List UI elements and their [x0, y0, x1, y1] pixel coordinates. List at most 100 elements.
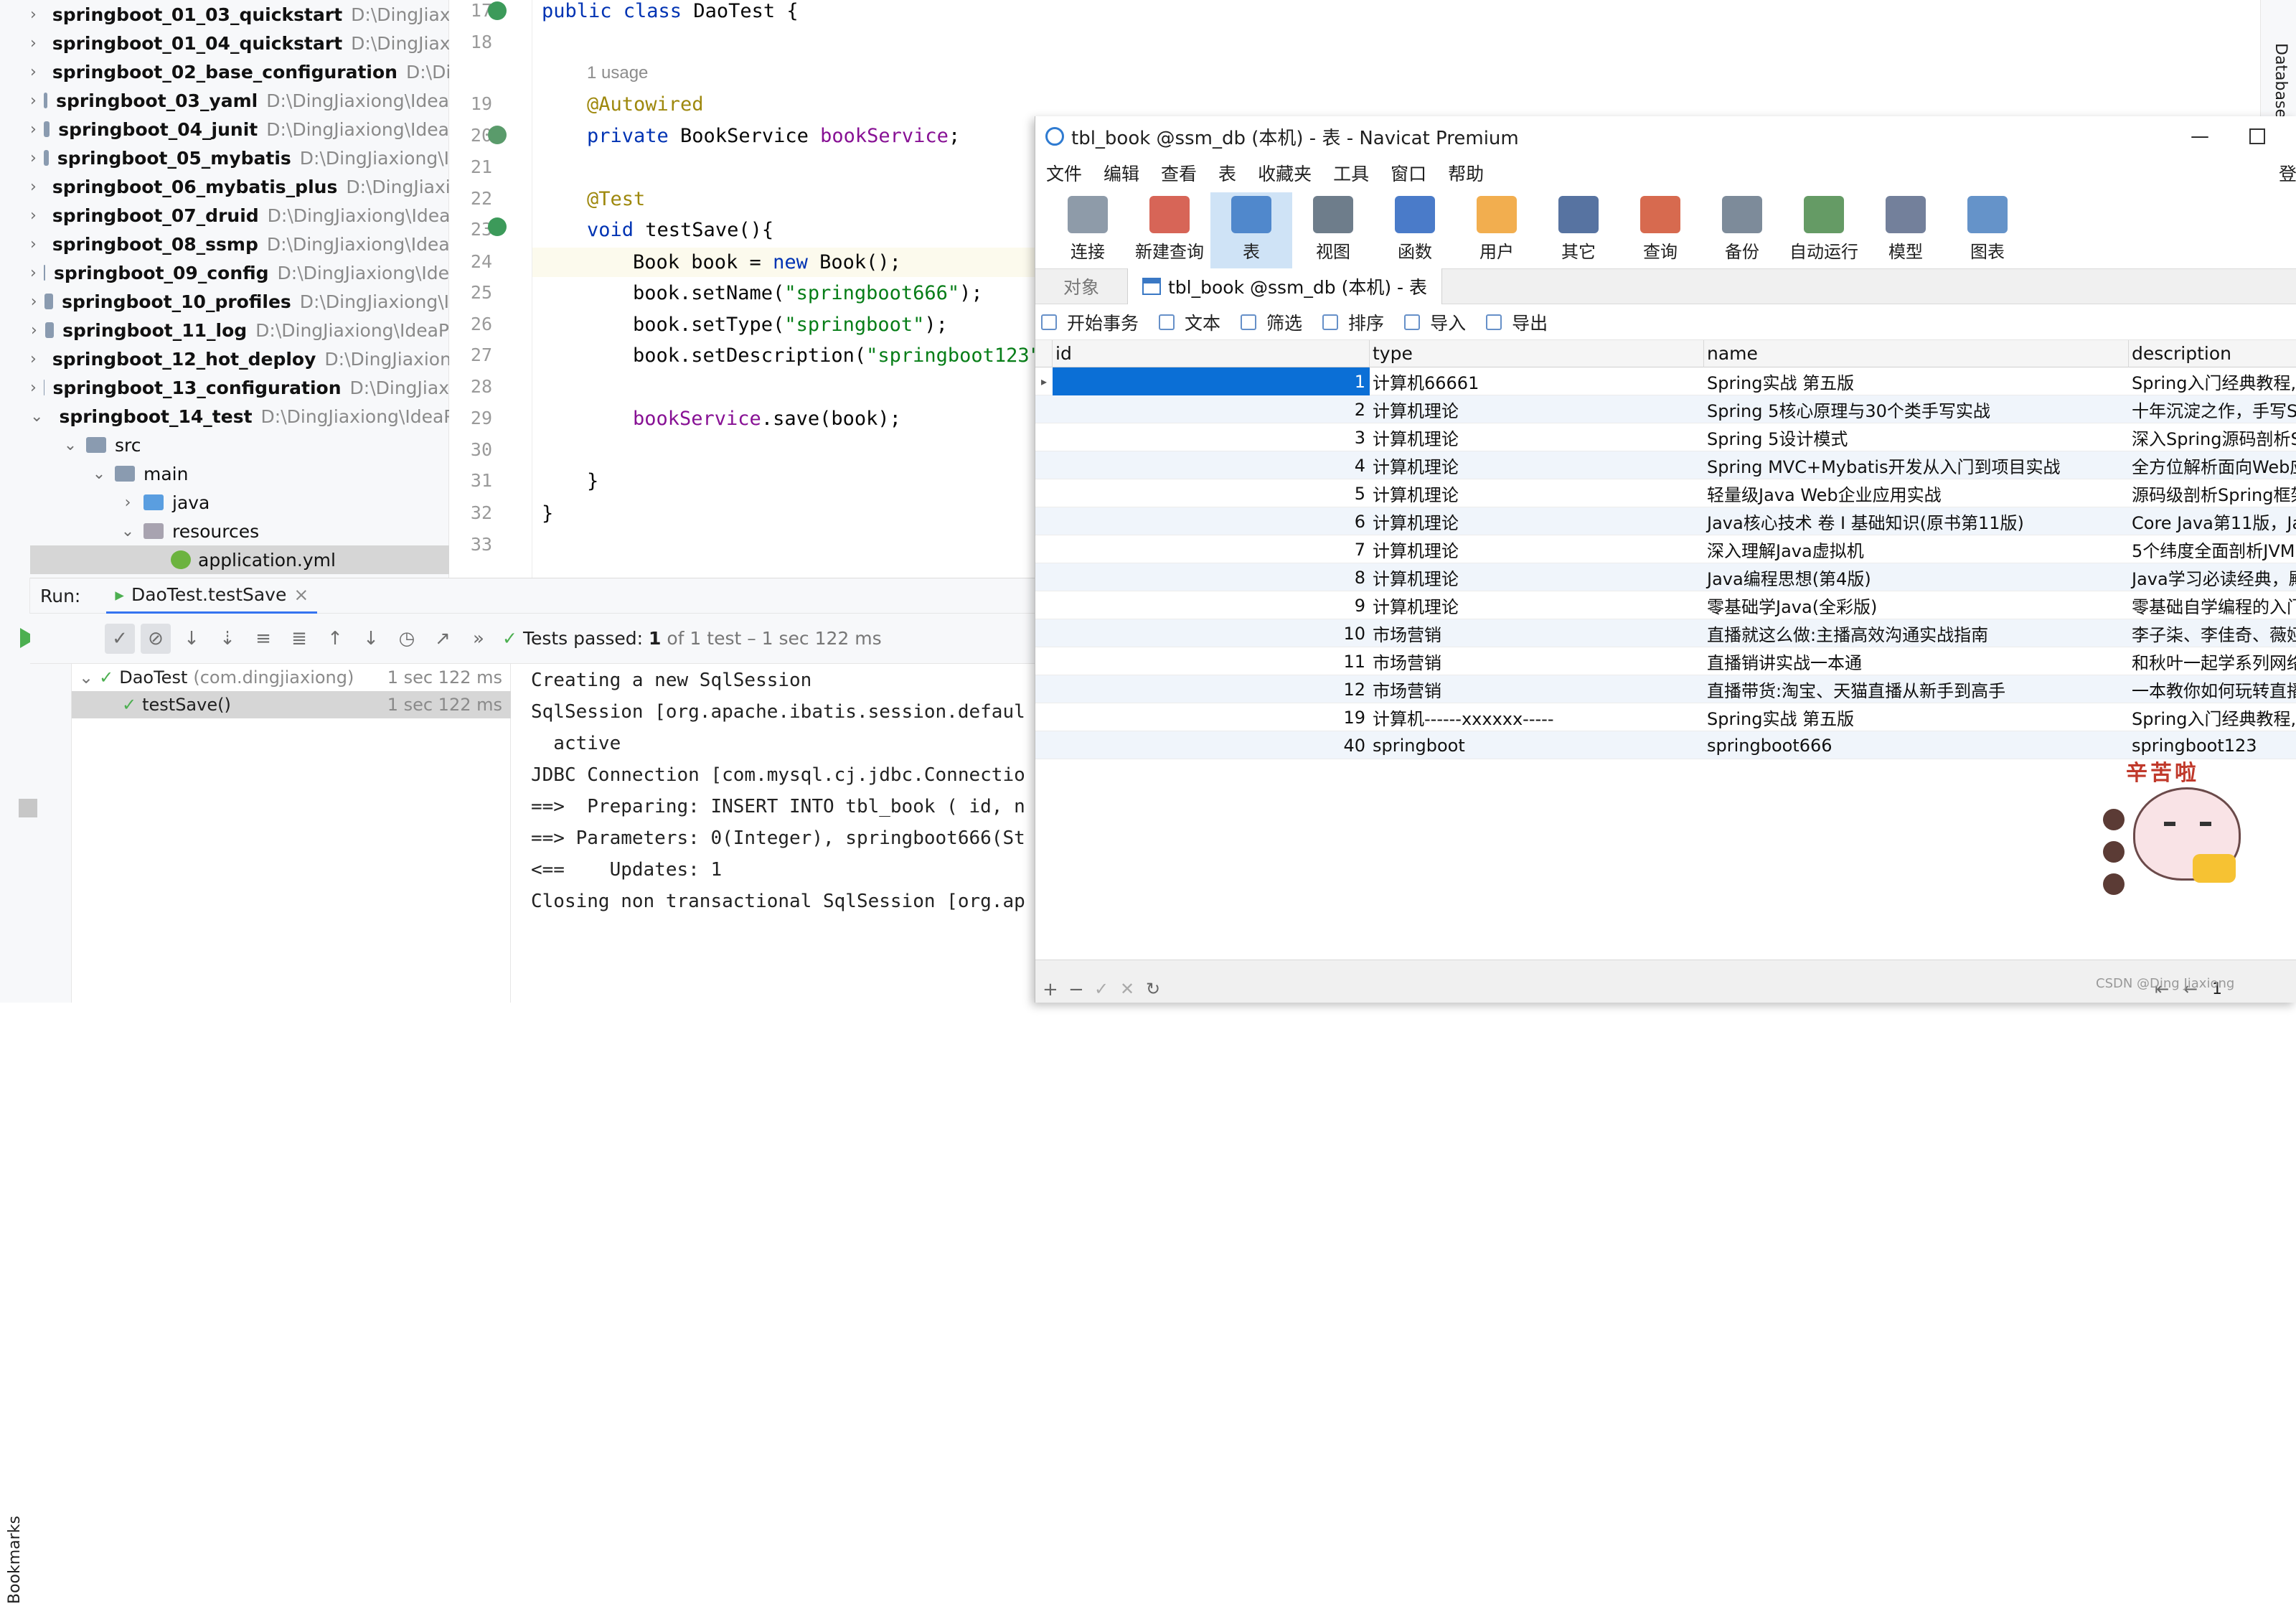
cell-description[interactable]: Java学习必读经典，殿 [2129, 563, 2296, 591]
cell-id[interactable]: 19 [1053, 703, 1370, 731]
cell-type[interactable]: 计算机理论 [1370, 563, 1704, 591]
cell-type[interactable]: 计算机理论 [1370, 535, 1704, 563]
menu-item[interactable]: 窗口 [1391, 160, 1426, 186]
cell-name[interactable]: 直播就这么做:主播高效沟通实战指南 [1704, 619, 2129, 647]
cell-type[interactable]: 计算机66661 [1370, 367, 1704, 395]
project-item[interactable]: › springboot_04_junit D:\DingJiaxiong\Id… [30, 115, 449, 144]
bookmarks-tab[interactable]: Bookmarks [6, 1516, 24, 1604]
database-tab-label[interactable]: Database [2272, 43, 2290, 118]
toolbar-table[interactable]: 表 [1210, 192, 1292, 268]
chevron-right-icon[interactable]: › [30, 207, 37, 225]
show-ignored-icon[interactable]: ⊘ [141, 623, 171, 654]
table-row[interactable]: 6 计算机理论 Java核心技术 卷 I 基础知识(原书第11版) Core Java… [1035, 507, 2296, 535]
menu-item[interactable]: 帮助 [1448, 160, 1484, 186]
chevron-down-icon[interactable]: ⌄ [30, 408, 43, 426]
table-row[interactable]: 40 springboot springboot666 springboot123 [1035, 731, 2296, 759]
project-item[interactable]: › springboot_02_base_configuration D:\Di [30, 57, 449, 86]
sort-alpha-icon[interactable]: ↓ [177, 624, 207, 654]
subtool-text[interactable]: 文本 [1159, 309, 1228, 335]
toolbar-view[interactable]: 视图 [1292, 192, 1374, 268]
tree-folder-resources[interactable]: ⌄ resources [30, 517, 449, 545]
cell-name[interactable]: springboot666 [1704, 731, 2129, 759]
table-row[interactable]: 9 计算机理论 零基础学Java(全彩版) 零基础自学编程的入门 [1035, 591, 2296, 619]
toolbar-other[interactable]: 其它 [1538, 192, 1619, 268]
toolbar-model[interactable]: 模型 [1865, 192, 1947, 268]
subtool-import[interactable]: 导入 [1404, 309, 1473, 335]
data-grid[interactable]: id type name description ▸ 1 计算机66661 Spring实战… [1035, 340, 2296, 871]
close-icon[interactable]: × [293, 584, 309, 605]
column-header-name[interactable]: name [1704, 340, 2129, 367]
cell-id[interactable]: 4 [1053, 451, 1370, 479]
cell-description[interactable]: Core Java第11版，Jav [2129, 507, 2296, 535]
project-item[interactable]: › springboot_03_yaml D:\DingJiaxiong\Ide… [30, 86, 449, 115]
cell-name[interactable]: Spring 5核心原理与30个类手写实战 [1704, 395, 2129, 423]
chevron-down-icon[interactable]: ⌄ [62, 436, 79, 454]
more-icon[interactable]: » [464, 624, 494, 654]
column-header-id[interactable]: id [1053, 340, 1370, 367]
minimize-icon[interactable]: — [2191, 126, 2209, 147]
cell-type[interactable]: 市场营销 [1370, 619, 1704, 647]
chevron-right-icon[interactable]: › [30, 149, 37, 167]
cell-description[interactable]: 源码级剖析Spring框架 [2129, 479, 2296, 507]
chevron-right-icon[interactable]: › [30, 235, 37, 253]
menu-item[interactable]: 编辑 [1104, 160, 1139, 186]
toolbar-query[interactable]: 查询 [1619, 192, 1701, 268]
tree-file-application-yml[interactable]: application.yml [30, 545, 449, 574]
menu-item[interactable]: 查看 [1161, 160, 1197, 186]
sort-duration-icon[interactable]: ⇣ [212, 624, 243, 654]
database-sidebar[interactable]: Database [2260, 0, 2296, 118]
toolbar-new-query[interactable]: 新建查询 [1129, 192, 1210, 268]
project-item[interactable]: › springboot_09_config D:\DingJiaxiong\I… [30, 258, 449, 287]
project-item[interactable]: ⌄ springboot_14_test D:\DingJiaxiong\Ide… [30, 402, 449, 431]
project-item[interactable]: › springboot_07_druid D:\DingJiaxiong\Id… [30, 201, 449, 230]
cell-name[interactable]: 直播带货:淘宝、天猫直播从新手到高手 [1704, 675, 2129, 703]
table-row[interactable]: 11 市场营销 直播销讲实战一本通 和秋叶一起学系列网络 [1035, 647, 2296, 675]
table-row[interactable]: 2 计算机理论 Spring 5核心原理与30个类手写实战 十年沉淀之作，手写S [1035, 395, 2296, 423]
project-item[interactable]: › springboot_13_configuration D:\DingJia… [30, 373, 449, 402]
discard-icon[interactable]: ✕ [1120, 979, 1134, 999]
expand-all-icon[interactable]: ≡ [248, 624, 278, 654]
chevron-down-icon[interactable]: ⌄ [79, 667, 93, 688]
cell-name[interactable]: 深入理解Java虚拟机 [1704, 535, 2129, 563]
chevron-down-icon[interactable]: ⌄ [90, 465, 108, 483]
cell-name[interactable]: 轻量级Java Web企业应用实战 [1704, 479, 2129, 507]
cell-description[interactable]: 李子柒、李佳奇、薇娅 [2129, 619, 2296, 647]
cell-id[interactable]: 10 [1053, 619, 1370, 647]
cell-type[interactable]: springboot [1370, 731, 1704, 759]
subtool-filter[interactable]: 筛选 [1241, 309, 1309, 335]
cell-description[interactable]: 一本教你如何玩转直播 [2129, 675, 2296, 703]
export-icon[interactable]: ↗ [428, 624, 458, 654]
chevron-right-icon[interactable]: › [30, 34, 37, 52]
table-row[interactable]: 12 市场营销 直播带货:淘宝、天猫直播从新手到高手 一本教你如何玩转直播 [1035, 675, 2296, 703]
cell-type[interactable]: 计算机理论 [1370, 591, 1704, 619]
menu-item[interactable]: 收藏夹 [1258, 160, 1312, 186]
toolbar-connection[interactable]: 连接 [1047, 192, 1129, 268]
tab-objects[interactable]: 对象 [1035, 268, 1127, 304]
cell-name[interactable]: Spring MVC+Mybatis开发从入门到项目实战 [1704, 451, 2129, 479]
chevron-right-icon[interactable]: › [30, 92, 37, 110]
menu-item[interactable]: 表 [1218, 160, 1236, 186]
cell-description[interactable]: 全方位解析面向Web应 [2129, 451, 2296, 479]
toolbar-backup[interactable]: 备份 [1701, 192, 1783, 268]
cell-type[interactable]: 计算机理论 [1370, 479, 1704, 507]
add-record-icon[interactable]: + [1043, 979, 1058, 1000]
cell-id[interactable]: 8 [1053, 563, 1370, 591]
cell-name[interactable]: Spring实战 第五版 [1704, 367, 2129, 395]
project-item[interactable]: › springboot_01_04_quickstart D:\DingJia… [30, 29, 449, 57]
project-item[interactable]: › springboot_01_03_quickstart D:\DingJia… [30, 0, 449, 29]
tree-folder-java[interactable]: › java [30, 488, 449, 517]
cell-id[interactable]: 40 [1053, 731, 1370, 759]
cell-name[interactable]: 直播销讲实战一本通 [1704, 647, 2129, 675]
cell-type[interactable]: 市场营销 [1370, 647, 1704, 675]
subtool-sort[interactable]: 排序 [1322, 309, 1391, 335]
chevron-right-icon[interactable]: › [30, 350, 37, 368]
chevron-right-icon[interactable]: › [30, 379, 37, 397]
project-item[interactable]: › springboot_06_mybatis_plus D:\DingJiax… [30, 172, 449, 201]
login-menu[interactable]: 登 [2279, 160, 2296, 186]
next-failed-icon[interactable]: ↓ [356, 624, 386, 654]
project-item[interactable]: › springboot_10_profiles D:\DingJiaxiong… [30, 287, 449, 316]
cell-type[interactable]: 市场营销 [1370, 675, 1704, 703]
test-row-class[interactable]: ⌄ ✓ DaoTest (com.dingjiaxiong) 1 sec 122… [72, 664, 511, 691]
tree-folder-main[interactable]: ⌄ main [30, 459, 449, 488]
cell-id[interactable]: 3 [1053, 423, 1370, 451]
